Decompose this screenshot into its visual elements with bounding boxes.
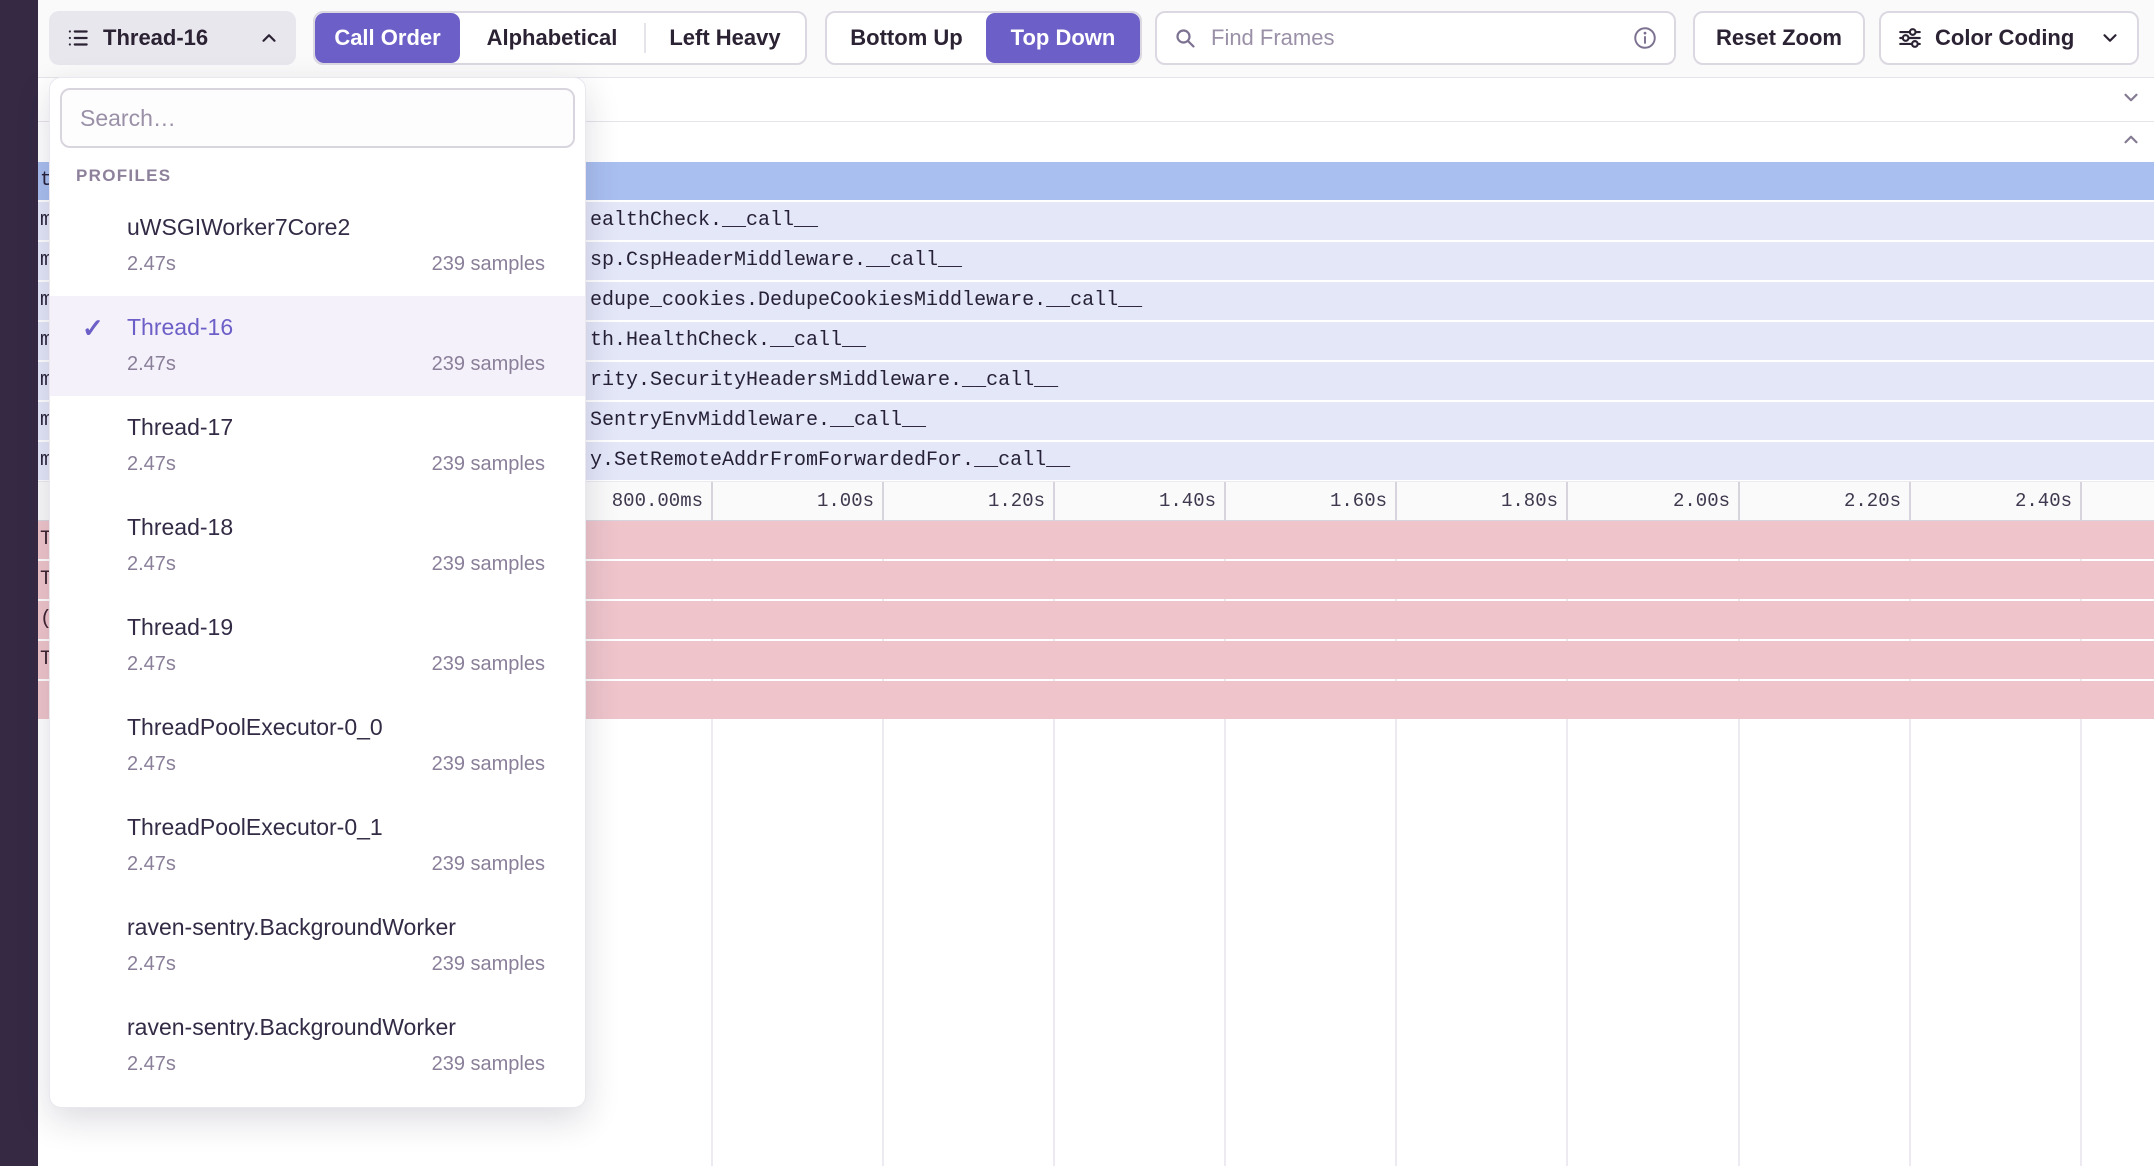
profile-name: ThreadPoolExecutor-0_1 — [127, 811, 545, 843]
frame-label: rity.SecurityHeadersMiddleware.__call__ — [590, 362, 1058, 400]
profile-option[interactable]: ✓ Thread-19 2.47s 239 samples — [50, 596, 585, 696]
profile-duration: 2.47s — [127, 951, 176, 977]
profile-duration: 2.47s — [127, 551, 176, 577]
ruler-tick — [882, 482, 884, 520]
profile-duration: 2.47s — [127, 451, 176, 477]
ruler-tick — [1053, 482, 1055, 520]
tick-label: 1.20s — [895, 482, 1045, 520]
thread-dropdown: PROFILES ✓ uWSGIWorker7Core2 2.47s 239 s… — [49, 77, 586, 1108]
ruler-tick — [1909, 482, 1911, 520]
tick-label: 1.80s — [1408, 482, 1558, 520]
profile-option[interactable]: ✓ raven-sentry.BackgroundWorker 2.47s 23… — [50, 996, 585, 1096]
profile-duration: 2.47s — [127, 1051, 176, 1077]
find-frames-search — [1155, 11, 1676, 65]
frame-label: ealthCheck.__call__ — [590, 202, 818, 240]
profile-samples: 239 samples — [432, 751, 545, 777]
profile-samples: 239 samples — [432, 351, 545, 377]
profile-duration: 2.47s — [127, 351, 176, 377]
profile-duration: 2.47s — [127, 851, 176, 877]
frame-label: edupe_cookies.DedupeCookiesMiddleware.__… — [590, 282, 1142, 320]
thread-selector-button[interactable]: Thread-16 — [49, 11, 296, 65]
frame-label: th.HealthCheck.__call__ — [590, 322, 866, 360]
chevron-up-icon[interactable] — [2120, 129, 2142, 156]
direction-group: Bottom Up Top Down — [825, 11, 1142, 65]
sidebar-strip — [0, 0, 38, 1166]
tick-label: 2.40s — [1922, 482, 2072, 520]
sort-alphabetical-button[interactable]: Alphabetical — [460, 13, 644, 63]
frame-label: y.SetRemoteAddrFromForwardedFor.__call__ — [590, 442, 1070, 480]
profile-option-selected[interactable]: ✓ Thread-16 2.47s 239 samples — [50, 296, 585, 396]
ruler-tick — [1395, 482, 1397, 520]
frame-label: SentryEnvMiddleware.__call__ — [590, 402, 926, 440]
profile-samples: 239 samples — [432, 651, 545, 677]
profile-option[interactable]: ✓ Thread-17 2.47s 239 samples — [50, 396, 585, 496]
profile-duration: 2.47s — [127, 751, 176, 777]
profile-option[interactable]: ✓ raven-sentry.BackgroundWorker 2.47s 23… — [50, 896, 585, 996]
profile-samples: 239 samples — [432, 1051, 545, 1077]
color-coding-button[interactable]: Color Coding — [1879, 11, 2139, 65]
ruler-tick — [1738, 482, 1740, 520]
sort-order-group: Call Order Alphabetical Left Heavy — [313, 11, 807, 65]
tick-label: 2.00s — [1580, 482, 1730, 520]
profile-option[interactable]: ✓ ThreadPoolExecutor-0_1 2.47s 239 sampl… — [50, 796, 585, 896]
profile-name: ThreadPoolExecutor-0_0 — [127, 711, 545, 743]
chevron-up-icon — [258, 27, 280, 49]
find-frames-input[interactable] — [1209, 24, 1620, 52]
tick-label: 2.20s — [1751, 482, 1901, 520]
profile-name: Thread-18 — [127, 511, 545, 543]
profile-option[interactable]: ✓ ThreadPoolExecutor-0_0 2.47s 239 sampl… — [50, 696, 585, 796]
color-coding-label: Color Coding — [1935, 25, 2087, 51]
reset-zoom-button[interactable]: Reset Zoom — [1693, 11, 1865, 65]
direction-bottom-up-button[interactable]: Bottom Up — [827, 13, 986, 63]
tick-label: 1.00s — [724, 482, 874, 520]
ruler-tick — [2080, 482, 2082, 520]
profile-samples: 239 samples — [432, 551, 545, 577]
profile-name: Thread-19 — [127, 611, 545, 643]
profile-name: Thread-16 — [127, 311, 545, 343]
info-icon[interactable] — [1632, 25, 1658, 51]
ruler-tick — [711, 482, 713, 520]
sliders-icon — [1897, 25, 1923, 51]
dropdown-search — [60, 88, 575, 148]
toolbar: Thread-16 Call Order Alphabetical Left H… — [38, 0, 2154, 77]
profile-option[interactable]: ✓ uWSGIWorker7Core2 2.47s 239 samples — [50, 196, 585, 296]
profile-name: raven-sentry.BackgroundWorker — [127, 1011, 545, 1043]
tick-label: 1.40s — [1066, 482, 1216, 520]
profile-duration: 2.47s — [127, 651, 176, 677]
profile-samples: 239 samples — [432, 451, 545, 477]
search-icon — [1173, 26, 1197, 50]
sort-call-order-button[interactable]: Call Order — [315, 13, 460, 63]
direction-top-down-button[interactable]: Top Down — [986, 13, 1140, 63]
profile-name: uWSGIWorker7Core2 — [127, 211, 545, 243]
profile-samples: 239 samples — [432, 251, 545, 277]
chevron-down-icon[interactable] — [2120, 86, 2142, 113]
sort-left-heavy-button[interactable]: Left Heavy — [646, 13, 804, 63]
profile-samples: 239 samples — [432, 951, 545, 977]
chevron-down-icon — [2099, 27, 2121, 49]
ruler-tick — [1566, 482, 1568, 520]
frame-label: sp.CspHeaderMiddleware.__call__ — [590, 242, 962, 280]
profile-option[interactable]: ✓ Thread-18 2.47s 239 samples — [50, 496, 585, 596]
profiles-section-label: PROFILES — [76, 166, 585, 186]
profile-duration: 2.47s — [127, 251, 176, 277]
profile-name: raven-sentry.BackgroundWorker — [127, 911, 545, 943]
ruler-tick — [1224, 482, 1226, 520]
profile-name: Thread-17 — [127, 411, 545, 443]
profile-samples: 239 samples — [432, 851, 545, 877]
thread-selector-label: Thread-16 — [103, 25, 246, 51]
list-icon — [65, 25, 91, 51]
checkmark-icon: ✓ — [82, 313, 104, 344]
dropdown-search-input[interactable] — [78, 104, 557, 133]
tick-label: 1.60s — [1237, 482, 1387, 520]
